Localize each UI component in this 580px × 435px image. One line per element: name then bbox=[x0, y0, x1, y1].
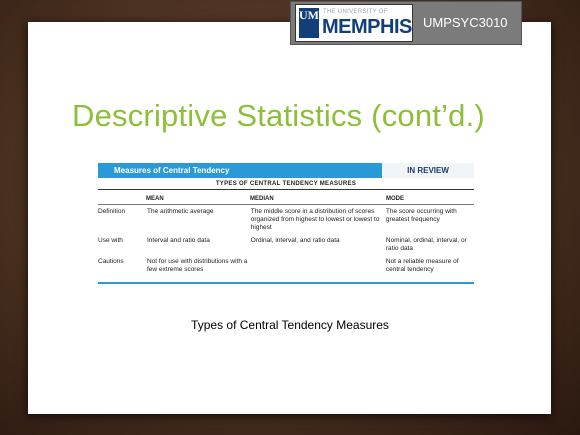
table-cell: Not for use with distributions with a fe… bbox=[146, 258, 248, 273]
review-heading: Measures of Central Tendency bbox=[114, 166, 230, 175]
table-cell: The arithmetic average bbox=[146, 208, 214, 215]
table-cell bbox=[251, 255, 386, 276]
row-label: Definition bbox=[98, 208, 126, 215]
review-table: MEAN MEDIAN MODE Definition The arithmet… bbox=[98, 190, 474, 276]
review-subheading: TYPES OF CENTRAL TENDENCY MEASURES bbox=[98, 178, 474, 190]
logo-mark-icon: UM bbox=[299, 8, 319, 38]
review-badge: IN REVIEW bbox=[382, 163, 474, 178]
table-cell: The score occurring with greatest freque… bbox=[385, 208, 457, 223]
row-label: Cautions bbox=[98, 258, 124, 265]
logo-small-text: THE UNIVERSITY OF bbox=[323, 9, 388, 15]
table-row-cautions: Cautions Not for use with distributions … bbox=[98, 255, 474, 276]
table-cell: Not a reliable measure of central tenden… bbox=[385, 258, 459, 273]
review-footer-rule bbox=[98, 282, 474, 284]
figure-caption: Types of Central Tendency Measures bbox=[191, 318, 389, 332]
table-cell: The middle score in a distribution of sc… bbox=[250, 208, 380, 231]
review-figure: Measures of Central Tendency IN REVIEW T… bbox=[98, 163, 474, 284]
course-code: UMPSYC3010 bbox=[423, 15, 508, 30]
table-row-use-with: Use with Interval and ratio data Ordinal… bbox=[98, 234, 474, 255]
table-cell: Nominal, ordinal, interval, or ratio dat… bbox=[385, 237, 467, 252]
column-header-mean: MEAN bbox=[146, 190, 250, 205]
slide-title: Descriptive Statistics (cont’d.) bbox=[72, 98, 485, 133]
table-header-row: MEAN MEDIAN MODE bbox=[98, 190, 474, 205]
table-cell: Interval and ratio data bbox=[146, 237, 210, 244]
column-header-median: MEDIAN bbox=[250, 190, 386, 205]
table-cell: Ordinal, interval, and ratio data bbox=[250, 237, 340, 244]
table-row-definition: Definition The arithmetic average The mi… bbox=[98, 205, 474, 234]
row-label: Use with bbox=[98, 237, 123, 244]
university-logo: UM THE UNIVERSITY OF MEMPHIS bbox=[295, 4, 413, 42]
column-header-mode: MODE bbox=[386, 190, 474, 205]
logo-big-text: MEMPHIS bbox=[322, 16, 412, 38]
column-header bbox=[98, 190, 146, 205]
review-header: Measures of Central Tendency IN REVIEW bbox=[98, 163, 474, 178]
